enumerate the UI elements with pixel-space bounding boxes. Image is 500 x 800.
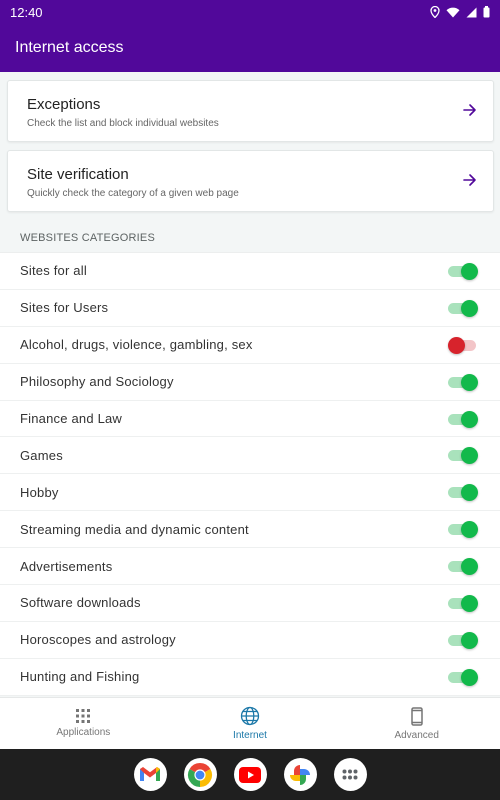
category-toggle[interactable] — [448, 410, 478, 428]
category-row: Streaming media and dynamic content — [0, 511, 500, 549]
category-toggle[interactable] — [448, 483, 478, 502]
toggle-thumb — [461, 521, 478, 539]
category-label: Finance and Law — [20, 411, 123, 426]
category-label: Software downloads — [20, 595, 141, 611]
app-drawer[interactable] — [333, 758, 367, 791]
app-drawer-icon — [342, 769, 358, 780]
nav-advanced-label: Advanced — [394, 729, 439, 741]
toggle-thumb — [461, 668, 478, 686]
category-label: Philosophy and Sociology — [20, 374, 174, 390]
nav-advanced[interactable]: Advanced — [333, 698, 500, 749]
category-label: Games — [20, 447, 63, 463]
category-list: Sites for all Sites for Users Alcohol, dru… — [0, 252, 500, 696]
category-label: Hobby — [20, 484, 59, 500]
nav-internet-label: Internet — [233, 730, 267, 741]
youtube-icon — [239, 766, 261, 783]
category-row: Philosophy and Sociology — [0, 364, 500, 401]
toggle-thumb — [461, 262, 478, 280]
category-toggle[interactable] — [448, 299, 478, 317]
status-time: 12:40 — [10, 4, 43, 20]
category-row: Hunting and Fishing — [0, 659, 500, 696]
gmail-icon — [140, 767, 160, 781]
app-bar: Internet access — [0, 24, 500, 72]
category-toggle[interactable] — [448, 631, 478, 649]
category-row: Alcohol, drugs, violence, gambling, sex — [0, 327, 500, 364]
chrome-app[interactable] — [183, 758, 217, 791]
bottom-navigation: Applications Internet Advanced — [0, 697, 500, 749]
category-toggle[interactable] — [448, 557, 478, 576]
category-label: Advertisements — [20, 558, 113, 574]
category-row: Finance and Law — [0, 401, 500, 438]
toggle-thumb — [461, 299, 478, 317]
toggle-thumb — [461, 631, 478, 649]
exceptions-card[interactable]: Exceptions Check the list and block indi… — [7, 80, 494, 142]
category-label: Horoscopes and astrology — [20, 632, 176, 648]
category-row: Horoscopes and astrology — [0, 622, 500, 659]
toggle-thumb — [461, 484, 478, 502]
toggle-thumb — [461, 558, 478, 576]
photos-icon — [290, 764, 310, 785]
category-toggle[interactable] — [448, 262, 478, 280]
gmail-app[interactable] — [133, 758, 167, 791]
toggle-thumb — [448, 336, 465, 354]
toggle-thumb — [461, 410, 478, 428]
site-verification-title: Site verification — [27, 166, 129, 183]
category-label: Streaming media and dynamic content — [20, 521, 249, 537]
system-dock — [0, 749, 500, 800]
phone-icon — [410, 706, 423, 726]
toggle-thumb — [461, 447, 478, 465]
category-label: Sites for Users — [20, 300, 109, 316]
arrow-right-icon — [463, 174, 476, 186]
category-toggle[interactable] — [448, 446, 478, 465]
nav-internet[interactable]: Internet — [167, 698, 334, 749]
arrow-right-icon — [463, 104, 476, 116]
status-icons — [430, 6, 490, 18]
youtube-app[interactable] — [233, 758, 267, 791]
exceptions-title: Exceptions — [27, 96, 101, 113]
category-row: Hobby — [0, 474, 500, 512]
photos-app[interactable] — [283, 758, 317, 791]
battery-icon — [483, 6, 490, 18]
nav-applications[interactable]: Applications — [0, 698, 167, 749]
location-icon — [430, 6, 440, 18]
category-row: Software downloads — [0, 585, 500, 622]
category-row: Sites for Users — [0, 290, 500, 327]
category-toggle[interactable] — [448, 594, 478, 612]
wifi-icon — [446, 7, 460, 17]
site-verification-card[interactable]: Site verification Quickly check the cate… — [7, 150, 494, 212]
category-row: Games — [0, 437, 500, 475]
status-bar: 12:40 — [0, 0, 500, 24]
category-toggle[interactable] — [448, 336, 478, 354]
category-label: Alcohol, drugs, violence, gambling, sex — [20, 337, 253, 353]
toggle-thumb — [461, 373, 478, 391]
category-label: Sites for all — [20, 263, 87, 279]
section-header: WEBSITES CATEGORIES — [20, 231, 156, 244]
exceptions-subtitle: Check the list and block individual webs… — [27, 118, 219, 129]
category-label: Hunting and Fishing — [20, 669, 140, 685]
toggle-thumb — [461, 594, 478, 612]
category-toggle[interactable] — [448, 373, 478, 391]
grid-icon — [76, 709, 91, 723]
globe-icon — [240, 706, 260, 726]
page-title: Internet access — [15, 39, 124, 56]
category-toggle[interactable] — [448, 668, 478, 686]
nav-applications-label: Applications — [56, 727, 111, 738]
category-row: Sites for all — [0, 253, 500, 290]
site-verification-subtitle: Quickly check the category of a given we… — [27, 188, 239, 199]
signal-icon — [466, 7, 477, 17]
category-toggle[interactable] — [448, 520, 478, 539]
category-row: Advertisements — [0, 548, 500, 586]
chrome-icon — [187, 762, 213, 787]
